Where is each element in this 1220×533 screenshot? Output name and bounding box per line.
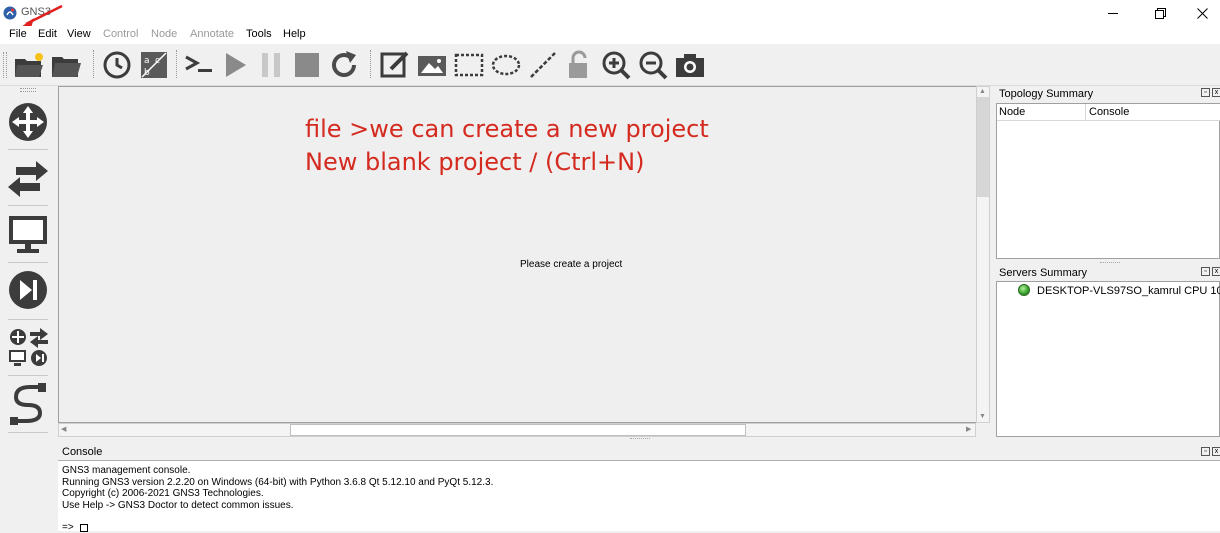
console-line: Use Help -> GNS3 Doctor to detect common… [62,500,294,511]
console-all-icon[interactable] [183,49,215,81]
title-bar [0,0,1220,26]
menu-control[interactable]: Control [103,28,138,40]
console-line: Running GNS3 version 2.2.20 on Windows (… [62,477,494,488]
toolbar-grip[interactable] [3,52,7,78]
minimize-icon [1108,13,1118,14]
menu-bar [0,26,1220,44]
add-note-icon[interactable] [379,49,411,81]
topology-float-icon[interactable]: ▫ [1201,88,1210,97]
empty-canvas-message: Please create a project [520,259,623,270]
console-float-icon[interactable]: ▫ [1201,447,1210,456]
zoom-in-icon[interactable] [600,49,632,81]
console-resize-grip[interactable] [630,438,650,440]
suspend-all-icon[interactable] [255,49,287,81]
console-close-icon[interactable]: x [1212,447,1220,456]
topology-summary-table[interactable] [996,103,1220,259]
servers-close-icon[interactable]: x [1212,267,1220,276]
scroll-left-icon[interactable]: ◀ [61,425,66,433]
menu-annotate[interactable]: Annotate [190,28,234,40]
console-line: Copyright (c) 2006-2021 GNS3 Technologie… [62,488,264,499]
scroll-right-icon[interactable]: ▶ [966,425,971,433]
server-item-local[interactable]: DESKTOP-VLS97SO_kamrul CPU 10.2... [1037,285,1220,297]
draw-ellipse-icon[interactable] [490,49,522,81]
toolbar-separator [93,50,95,78]
close-button[interactable] [1182,2,1220,24]
insert-image-icon[interactable] [416,49,448,81]
dock-separator [8,149,48,150]
snapshot-clock-icon[interactable] [101,49,133,81]
annotation-text-line-2: New blank project / (Ctrl+N) [305,148,645,176]
restore-button[interactable] [1140,2,1180,24]
server-status-icon [1018,284,1030,296]
toolbar-separator [176,50,178,78]
open-project-icon[interactable] [50,49,82,81]
menu-file[interactable]: File [9,28,27,40]
switches-icon[interactable] [6,157,50,201]
dock-resize-grip[interactable] [1100,262,1120,264]
restore-icon [1155,8,1166,19]
servers-list[interactable] [996,281,1220,437]
new-project-icon[interactable] [13,49,45,81]
dock-separator [8,205,48,206]
servers-summary-title: Servers Summary [999,267,1088,279]
menu-tools[interactable]: Tools [246,28,272,40]
column-divider[interactable] [1085,104,1086,121]
scroll-down-icon[interactable]: ▼ [979,413,986,420]
topology-summary-title: Topology Summary [999,88,1094,100]
console-title: Console [62,446,103,458]
menu-help[interactable]: Help [283,28,306,40]
toolbar-separator [370,50,372,78]
horizontal-scroll-thumb[interactable] [290,424,746,436]
dock-grip[interactable] [20,88,36,92]
menu-view[interactable]: View [67,28,91,40]
svg-text:a: a [144,56,150,66]
dock-separator [8,319,48,320]
security-devices-icon[interactable] [6,268,50,312]
end-devices-icon[interactable] [6,212,50,256]
add-link-icon[interactable] [6,381,50,425]
dock-separator [8,432,48,433]
close-icon [1197,8,1208,19]
show-interface-labels-icon[interactable]: a c b [138,49,170,81]
minimize-button[interactable] [1094,2,1134,24]
draw-line-icon[interactable] [527,49,559,81]
topology-close-icon[interactable]: x [1212,88,1220,97]
all-devices-icon[interactable] [6,326,50,370]
menu-edit[interactable]: Edit [38,28,57,40]
console-prompt: => [62,522,74,533]
dock-separator [8,262,48,263]
routers-icon[interactable] [6,100,50,144]
console-line: GNS3 management console. [62,465,191,476]
servers-float-icon[interactable]: ▫ [1201,267,1210,276]
column-header-node[interactable]: Node [999,106,1025,118]
menu-node[interactable]: Node [151,28,177,40]
stop-all-icon[interactable] [291,49,323,81]
reload-all-icon[interactable] [328,49,360,81]
annotation-text-line-1: file >we can create a new project [305,115,709,143]
draw-rectangle-icon[interactable] [453,49,485,81]
screenshot-icon[interactable] [674,49,706,81]
dock-separator [8,375,48,376]
lock-icon[interactable] [564,49,596,81]
start-all-icon[interactable] [219,49,251,81]
column-header-console[interactable]: Console [1089,106,1129,118]
vertical-scroll-thumb[interactable] [977,97,989,197]
scroll-up-icon[interactable]: ▲ [979,88,986,95]
zoom-out-icon[interactable] [637,49,669,81]
